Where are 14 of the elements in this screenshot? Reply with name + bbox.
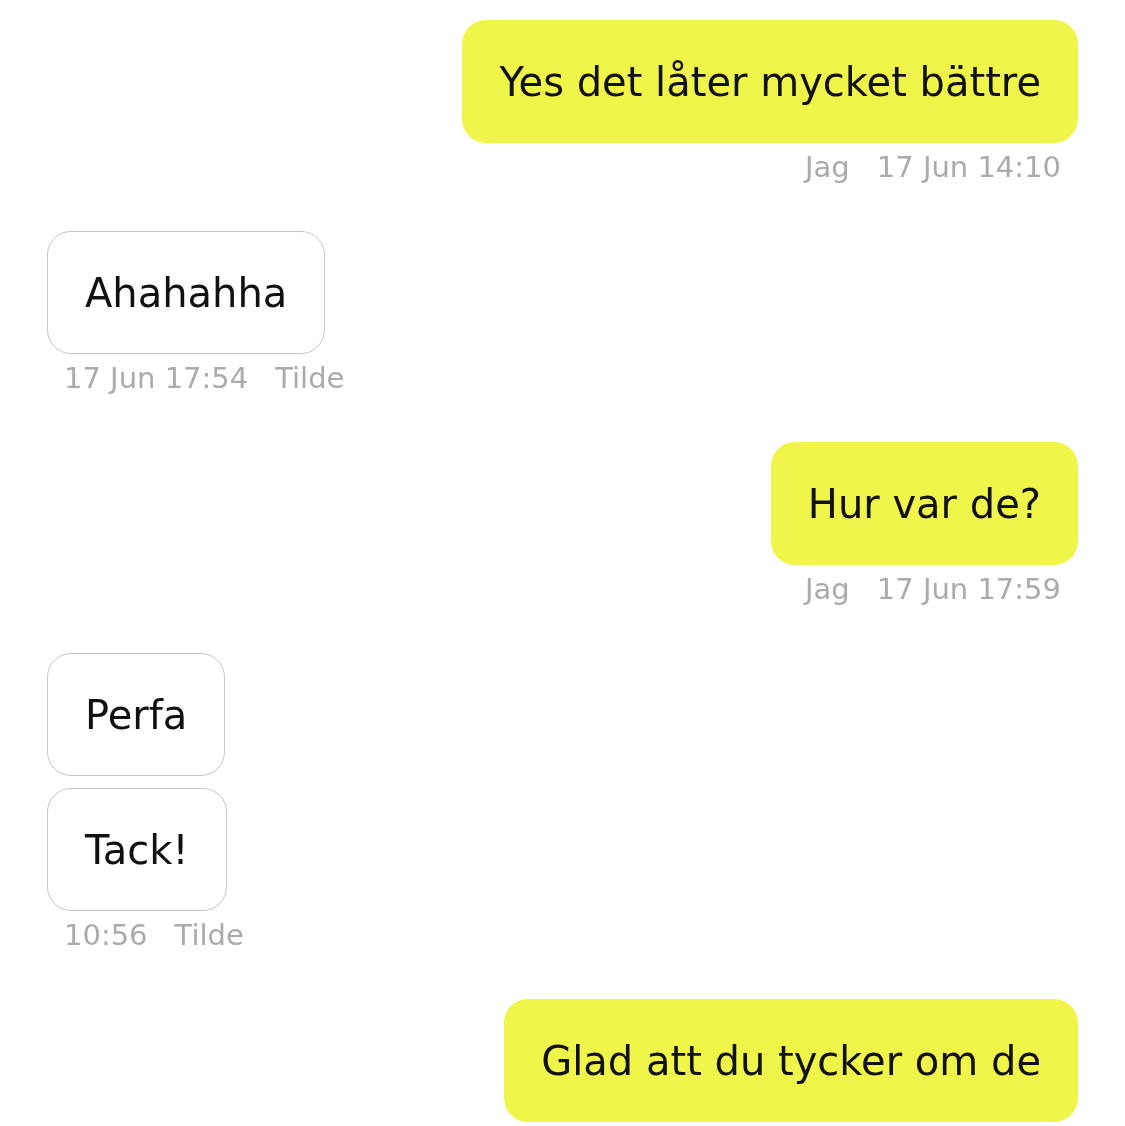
sent-message-bubble: Hur var de? bbox=[770, 442, 1078, 565]
message-timestamp: 10:56 bbox=[64, 921, 148, 949]
message-timestamp: 17 Jun 14:10 bbox=[876, 153, 1061, 181]
sender-name: Tilde bbox=[174, 921, 244, 949]
sent-message-bubble: Yes det låter mycket bättre bbox=[462, 20, 1078, 143]
sender-name: Tilde bbox=[275, 364, 345, 392]
received-message-bubble: Ahahahha bbox=[47, 231, 326, 354]
received-message-bubble: Tack! bbox=[47, 788, 227, 911]
sender-name: Jag bbox=[805, 575, 850, 603]
message-timestamp: 17 Jun 17:59 bbox=[876, 575, 1061, 603]
message-timestamp: 17 Jun 17:54 bbox=[64, 364, 249, 392]
sender-name: Jag bbox=[805, 153, 850, 181]
sent-message-bubble: Glad att du tycker om de bbox=[504, 999, 1078, 1122]
received-message-bubble: Perfa bbox=[47, 653, 226, 776]
